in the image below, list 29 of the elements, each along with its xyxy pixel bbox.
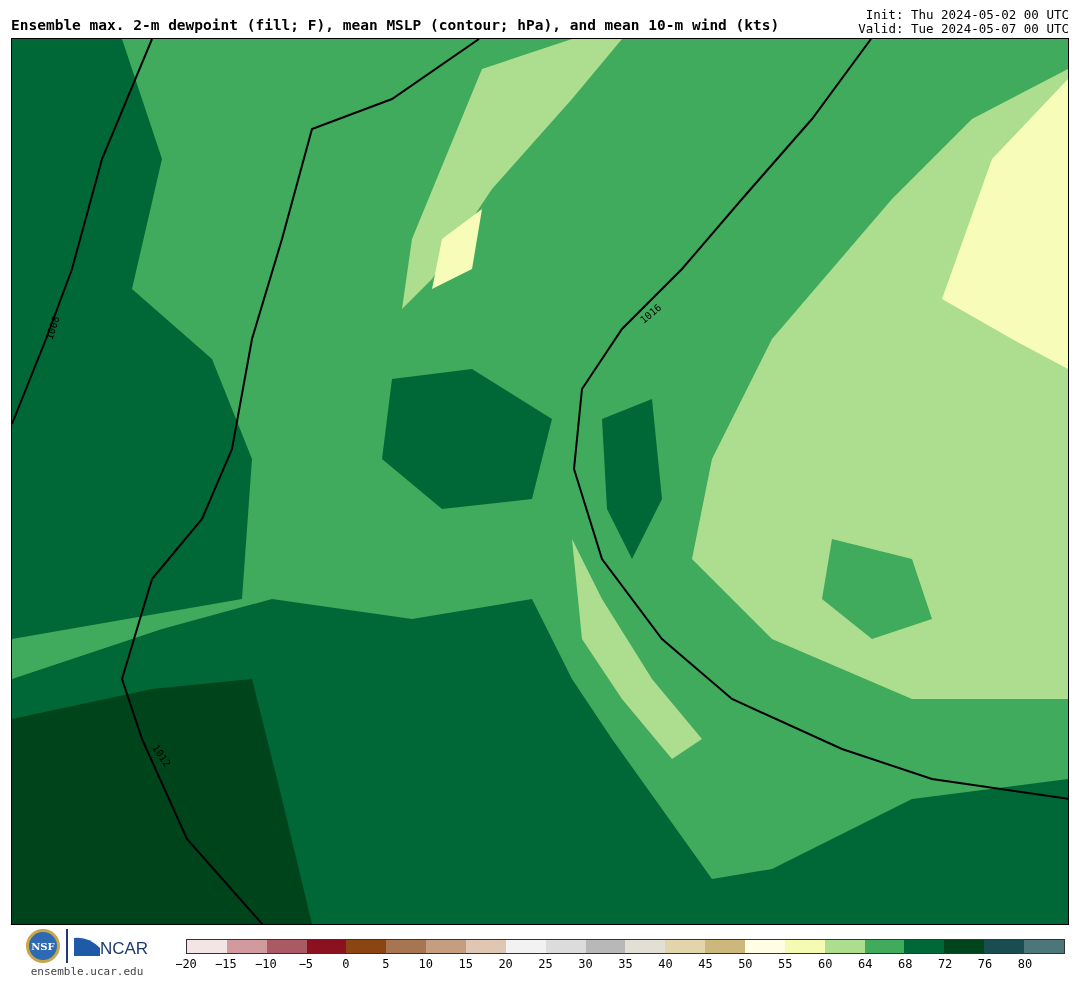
colorbar-tick-label: 20 (498, 957, 513, 971)
site-url: ensemble.ucar.edu (30, 965, 144, 978)
colorbar-tick-label: −15 (215, 957, 237, 971)
colorbar-tick-label: 76 (977, 957, 993, 971)
colorbar-tick-label: 40 (658, 957, 673, 971)
colorbar-tick-label: 64 (858, 957, 873, 971)
valid-time: Valid: Tue 2024-05-07 00 UTC (858, 22, 1069, 36)
colorbar-tick-label: 30 (578, 957, 593, 971)
colorbar-tick-label: 5 (382, 957, 390, 971)
colorbar-tick-label: −10 (255, 957, 277, 971)
ncar-logo-text: NCAR (99, 939, 149, 959)
init-time: Init: Thu 2024-05-02 00 UTC (864, 8, 1069, 22)
colorbar-tick-label: 45 (698, 957, 713, 971)
colorbar-tick-label: −20 (175, 957, 197, 971)
nsf-logo: NSF (25, 929, 60, 963)
ncar-logo-icon (73, 936, 100, 956)
colorbar-tick-label: 15 (458, 957, 473, 971)
colorbar-tick-label: −5 (298, 957, 314, 971)
colorbar-tick-label: 0 (342, 957, 350, 971)
colorbar-tick-label: 68 (897, 957, 913, 971)
colorbar-tick-label: 55 (778, 957, 793, 971)
colorbar-tick-label: 10 (418, 957, 433, 971)
colorbar-tick-label: 80 (1017, 957, 1033, 971)
colorbar-tick-label: 72 (937, 957, 953, 971)
colorbar-tick-label: 25 (538, 957, 553, 971)
chart-title: Ensemble max. 2-m dewpoint (fill; F), mean MSLP (contour; hPa), and mean 10-m wind (kts) (11, 17, 780, 35)
colorbar-tick-label: 60 (818, 957, 833, 971)
colorbar-tick-label: 35 (618, 957, 633, 971)
colorbar-tick-label: 50 (738, 957, 753, 971)
